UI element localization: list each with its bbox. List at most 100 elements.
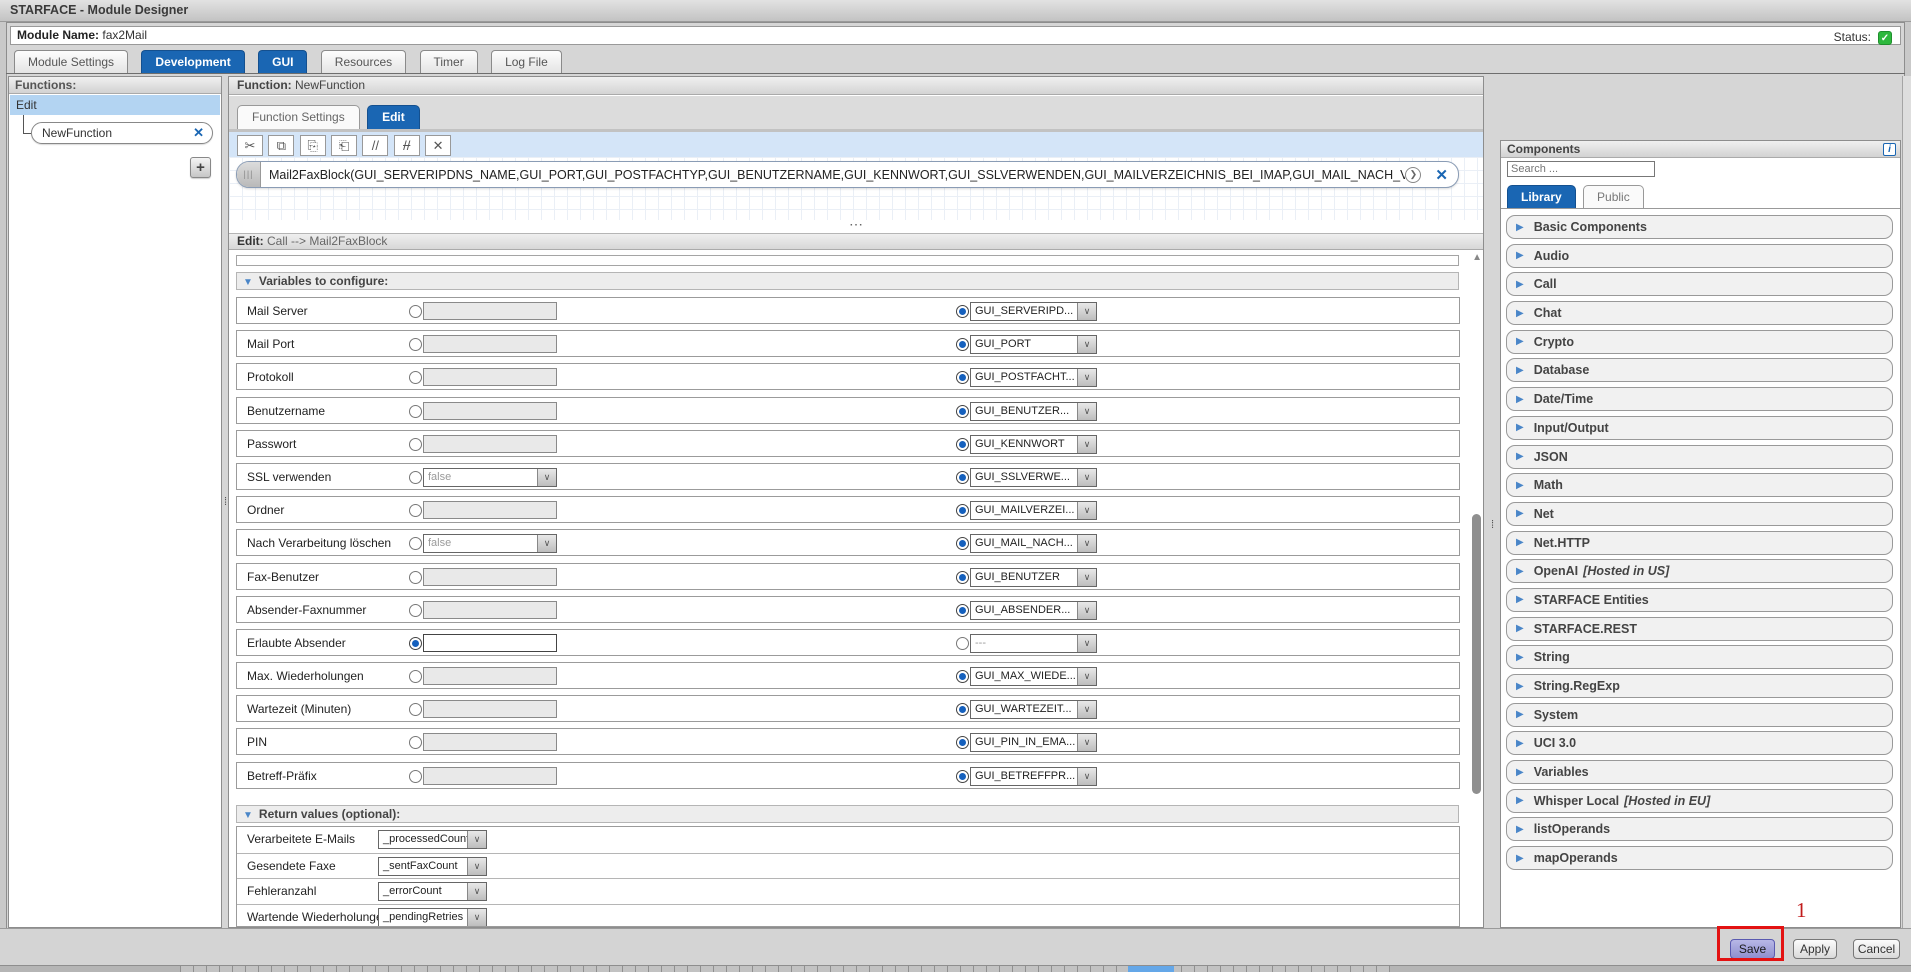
manual-value-input[interactable] bbox=[423, 733, 557, 751]
uncomment-icon[interactable]: // bbox=[394, 135, 420, 156]
function-item-newfunction[interactable]: NewFunction ✕ bbox=[31, 122, 213, 144]
gui-variable-select[interactable]: GUI_SSLVERWE... bbox=[970, 468, 1097, 487]
gui-variable-radio[interactable] bbox=[956, 504, 969, 517]
gui-variable-select[interactable]: GUI_MAX_WIEDE... bbox=[970, 667, 1097, 686]
gui-variable-select[interactable]: GUI_BETREFFPR... bbox=[970, 767, 1097, 786]
manual-value-input[interactable] bbox=[423, 634, 557, 652]
component-category[interactable]: STARFACE Entities bbox=[1506, 588, 1893, 612]
main-tab[interactable]: GUI bbox=[258, 50, 307, 73]
gui-variable-radio[interactable] bbox=[956, 770, 969, 783]
components-search-input[interactable] bbox=[1507, 161, 1655, 177]
gui-variable-radio[interactable] bbox=[956, 471, 969, 484]
gui-variable-select[interactable]: GUI_BENUTZER bbox=[970, 568, 1097, 587]
manual-value-radio[interactable] bbox=[409, 703, 422, 716]
component-category[interactable]: String.RegExp bbox=[1506, 674, 1893, 698]
main-tab[interactable]: Module Settings bbox=[14, 50, 128, 73]
main-tab[interactable]: Resources bbox=[321, 50, 406, 73]
manual-value-input[interactable] bbox=[423, 601, 557, 619]
tab-library[interactable]: Library bbox=[1507, 185, 1576, 208]
component-category[interactable]: Audio bbox=[1506, 244, 1893, 268]
manual-value-radio[interactable] bbox=[409, 670, 422, 683]
manual-value-input[interactable] bbox=[423, 501, 557, 519]
scroll-up-icon[interactable]: ▲ bbox=[1472, 252, 1482, 263]
return-variable-select[interactable]: _errorCount bbox=[378, 882, 487, 901]
component-category[interactable]: String bbox=[1506, 645, 1893, 669]
gui-variable-radio[interactable] bbox=[956, 338, 969, 351]
manual-value-input[interactable] bbox=[423, 667, 557, 685]
expand-block-icon[interactable]: ❯ bbox=[1405, 167, 1421, 183]
right-splitter[interactable]: ⁞ bbox=[1484, 76, 1500, 928]
component-category[interactable]: STARFACE.REST bbox=[1506, 617, 1893, 641]
manual-value-radio[interactable] bbox=[409, 405, 422, 418]
gui-variable-select[interactable]: GUI_MAILVERZEI... bbox=[970, 501, 1097, 520]
gui-variable-select[interactable]: GUI_POSTFACHT... bbox=[970, 368, 1097, 387]
gui-variable-select[interactable]: GUI_SERVERIPD... bbox=[970, 302, 1097, 321]
manual-value-radio[interactable] bbox=[409, 471, 422, 484]
manual-value-input[interactable] bbox=[423, 368, 557, 386]
tab-public[interactable]: Public bbox=[1583, 185, 1644, 208]
component-category[interactable]: Basic Components bbox=[1506, 215, 1893, 239]
manual-value-radio[interactable] bbox=[409, 604, 422, 617]
component-category[interactable]: Variables bbox=[1506, 760, 1893, 784]
remove-function-icon[interactable]: ✕ bbox=[193, 123, 204, 143]
gui-variable-radio[interactable] bbox=[956, 604, 969, 617]
gui-variable-radio[interactable] bbox=[956, 371, 969, 384]
component-category[interactable]: Input/Output bbox=[1506, 416, 1893, 440]
component-category[interactable]: Call bbox=[1506, 272, 1893, 296]
component-category[interactable]: listOperands bbox=[1506, 817, 1893, 841]
component-category[interactable]: JSON bbox=[1506, 445, 1893, 469]
copy-icon[interactable]: ⧉ bbox=[268, 135, 294, 156]
gui-variable-radio[interactable] bbox=[956, 405, 969, 418]
add-function-button[interactable]: + bbox=[190, 157, 211, 178]
manual-value-radio[interactable] bbox=[409, 770, 422, 783]
manual-value-radio[interactable] bbox=[409, 438, 422, 451]
page-scrollbar-track[interactable] bbox=[1902, 76, 1911, 928]
manual-value-input[interactable] bbox=[423, 302, 557, 320]
manual-value-input[interactable] bbox=[423, 568, 557, 586]
function-group-edit[interactable]: Edit bbox=[10, 95, 220, 115]
main-tab[interactable]: Development bbox=[141, 50, 244, 73]
component-category[interactable]: UCI 3.0 bbox=[1506, 731, 1893, 755]
cancel-button[interactable]: Cancel bbox=[1853, 939, 1900, 959]
manual-value-input[interactable] bbox=[423, 435, 557, 453]
manual-value-radio[interactable] bbox=[409, 338, 422, 351]
return-variable-select[interactable]: _processedCount bbox=[378, 830, 487, 849]
manual-value-radio[interactable] bbox=[409, 637, 422, 650]
mail2fax-block[interactable]: ||| Mail2FaxBlock(GUI_SERVERIPDNS_NAME,G… bbox=[236, 161, 1459, 188]
gui-variable-select[interactable]: GUI_WARTEZEIT... bbox=[970, 700, 1097, 719]
gui-variable-radio[interactable] bbox=[956, 537, 969, 550]
cut-icon[interactable]: ✂ bbox=[237, 135, 263, 156]
manual-value-input[interactable] bbox=[423, 700, 557, 718]
gui-variable-select[interactable]: GUI_MAIL_NACH... bbox=[970, 534, 1097, 553]
drag-handle-icon[interactable]: ||| bbox=[237, 162, 261, 187]
pane-splitter[interactable]: ⋯ bbox=[229, 220, 1483, 233]
gui-variable-select[interactable]: GUI_BENUTZER... bbox=[970, 402, 1097, 421]
save-button[interactable]: Save bbox=[1730, 939, 1775, 959]
component-category[interactable]: Chat bbox=[1506, 301, 1893, 325]
collapse-icon[interactable]: ▼ bbox=[243, 277, 253, 288]
manual-value-input[interactable] bbox=[423, 767, 557, 785]
delete-block-x-icon[interactable]: ✕ bbox=[1435, 166, 1448, 184]
gui-variable-select[interactable]: GUI_KENNWORT bbox=[970, 435, 1097, 454]
return-variable-select[interactable]: _sentFaxCount bbox=[378, 857, 487, 876]
delete-block-icon[interactable]: ✕ bbox=[425, 135, 451, 156]
gui-variable-radio[interactable] bbox=[956, 305, 969, 318]
component-category[interactable]: Crypto bbox=[1506, 330, 1893, 354]
info-icon[interactable]: i bbox=[1883, 143, 1896, 156]
manual-value-radio[interactable] bbox=[409, 504, 422, 517]
gui-variable-select[interactable]: GUI_PIN_IN_EMA... bbox=[970, 733, 1097, 752]
manual-value-radio[interactable] bbox=[409, 371, 422, 384]
gui-variable-select[interactable]: GUI_PORT bbox=[970, 335, 1097, 354]
collapse-icon[interactable]: ▼ bbox=[243, 810, 253, 821]
component-category[interactable]: Net bbox=[1506, 502, 1893, 526]
paste-before-icon[interactable]: ⎘ bbox=[300, 135, 326, 156]
gui-variable-radio[interactable] bbox=[956, 703, 969, 716]
gui-variable-radio[interactable] bbox=[956, 637, 969, 650]
comment-icon[interactable]: // bbox=[362, 135, 388, 156]
apply-button[interactable]: Apply bbox=[1793, 939, 1837, 959]
component-category[interactable]: Math bbox=[1506, 473, 1893, 497]
gui-variable-radio[interactable] bbox=[956, 438, 969, 451]
main-tab[interactable]: Log File bbox=[491, 50, 562, 73]
component-category[interactable]: mapOperands bbox=[1506, 846, 1893, 870]
gui-variable-radio[interactable] bbox=[956, 736, 969, 749]
